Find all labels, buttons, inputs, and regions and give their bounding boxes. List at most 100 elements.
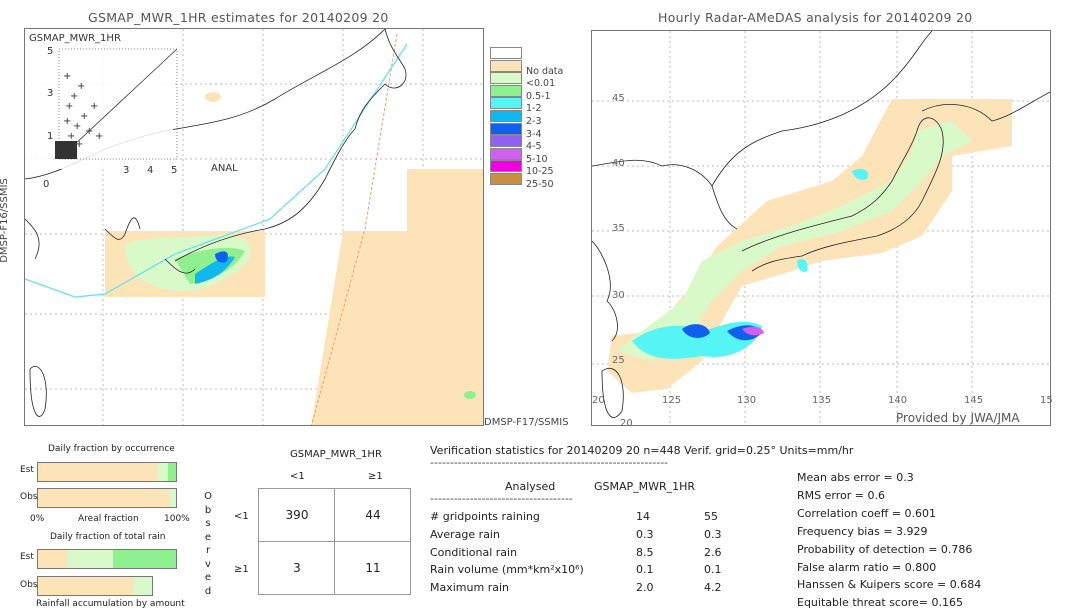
svg-text:+: + [77,81,85,92]
obs-label: Obs [20,580,38,590]
left-map: + + + + + + + + + + + + GSMAP_MWR_1HR ANAL 0 3 4 5 … [24,28,484,426]
legend-label: 0.5-1 [526,90,551,102]
stat-label: # gridpoints raining [430,510,540,523]
est-occurrence-bar [37,462,177,482]
legend-swatch [490,160,522,173]
left-map-canvas: ++++++ ++++++ [25,29,483,425]
contingency-table: 390 44 3 11 [258,488,411,595]
row-ge: ≥1 [234,564,249,575]
left-sat-label: DMSP-F16/SSMIS [0,178,10,263]
lon-tick: 20 [592,395,605,406]
analysed-value: 2.0 [636,581,654,595]
left-map-title: GSMAP_MWR_1HR estimates for 20140209 20 [88,10,389,25]
inset-tick: 4 [147,165,154,176]
legend-label: 10-25 [526,166,554,178]
col-lt: <1 [290,471,305,482]
stat-label: Rain volume (mm*km²x10⁶) [430,563,584,577]
legend-swatch [490,135,522,148]
inset-tick: 5 [171,165,178,176]
obs-occurrence-bar [37,488,177,508]
legend-swatch [490,59,522,72]
inset-xlabel: ANAL [211,163,238,174]
score: Probability of detection = 0.786 [797,542,973,556]
inset-tick: 3 [47,88,54,99]
score: Hanssen & Kuipers score = 0.684 [797,578,982,592]
occurrence-title: Daily fraction by occurrence [48,444,175,454]
inset-title: GSMAP_MWR_1HR [29,33,121,44]
score: RMS error = 0.6 [797,488,885,502]
legend-label: 2-3 [526,116,542,127]
col-ge: ≥1 [368,471,383,482]
total-rain-title: Daily fraction of total rain [50,532,166,542]
analysed-value: 8.5 [636,545,654,559]
lat-tick: 40 [612,158,625,169]
est-total-bar [37,549,177,569]
cell-miss: 3 [293,561,301,575]
cell-hits-none: 390 [285,508,309,522]
svg-text:+: + [63,116,71,127]
observed-label: Observed [204,491,212,597]
svg-text:+: + [85,126,93,137]
svg-text:+: + [95,131,103,142]
svg-text:+: + [90,101,98,112]
est-label: Est [20,552,34,562]
lon-tick: 130 [737,395,757,406]
divider: ----------------------------------------… [430,456,669,469]
svg-text:+: + [65,101,73,112]
obs-label: Obs [20,492,38,502]
legend-swatch [490,110,522,122]
score: Equitable threat score= 0.165 [797,596,963,610]
stat-label: Average rain [430,527,500,541]
svg-text:+: + [63,71,71,82]
score: Correlation coeff = 0.601 [797,506,936,520]
obs-total-bar [37,576,153,596]
stat-label: Conditional rain [430,545,518,559]
est-label: Est [20,465,34,475]
lon-tick: 145 [964,395,984,406]
legend-label: No data [526,65,564,77]
gsmap-value: 55 [704,510,718,523]
score: False alarm ratio = 0.800 [797,560,937,574]
axis-100: 100% [164,514,190,524]
score: Mean abs error = 0.3 [797,471,914,484]
right-map-canvas [592,31,1050,425]
gsmap-value: 0.3 [704,527,722,541]
axis-0: 0% [30,514,45,524]
score: Frequency bias = 3.929 [797,524,928,538]
legend-label: 4-5 [526,141,542,153]
legend-swatch [490,173,522,185]
divider: ------------------------------------ [430,492,573,505]
lat-tick: 45 [612,93,625,104]
accumulation-label: Rainfall accumulation by amount [36,599,185,609]
legend-swatch [490,72,522,85]
data-credit: Provided by JWA/JMA [896,411,1020,425]
analysed-value: 0.3 [636,527,654,541]
inset-tick: 5 [47,46,54,57]
lat-tick: 35 [612,223,625,234]
analysed-value: 0.1 [636,563,654,577]
bottom-sat-label: DMSP-F17/SSMIS [484,417,569,428]
inset-tick: 0 [43,179,50,190]
legend-swatch [490,122,522,135]
legend-label: 5-10 [526,153,548,165]
legend-label: 1-2 [526,103,542,115]
lat-tick: 25 [612,355,625,366]
contingency-title: GSMAP_MWR_1HR [290,449,382,460]
inset-tick: 3 [123,165,130,176]
lon-tick: 135 [812,395,832,406]
lon-tick: 15 [1040,395,1053,406]
legend-swatch [490,47,522,59]
right-map-title: Hourly Radar-AMeDAS analysis for 2014020… [658,10,973,25]
legend-swatch [490,147,522,160]
lon-tick: 140 [888,395,908,406]
legend-swatch [490,84,522,97]
inset-tick: 1 [47,131,54,142]
legend-swatch [490,97,522,110]
legend-label: 25-50 [526,179,554,190]
gsmap-value: 4.2 [704,581,722,595]
lon-tick: 125 [662,395,682,406]
gsmap-value: 2.6 [704,545,722,559]
cell-hit: 11 [365,561,381,575]
legend-label: 3-4 [526,128,542,140]
stat-label: Maximum rain [430,581,509,595]
